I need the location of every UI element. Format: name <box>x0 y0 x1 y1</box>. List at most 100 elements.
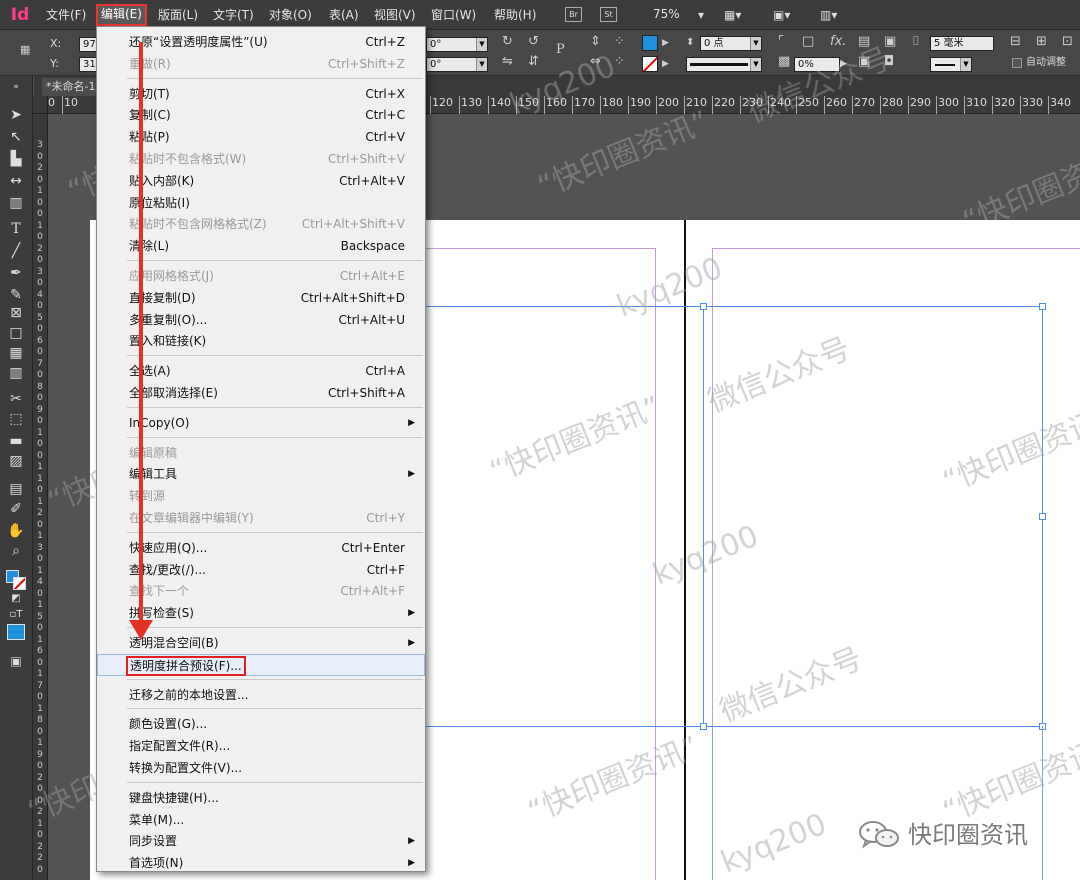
selection-tool-icon[interactable]: ➤ <box>6 106 26 124</box>
content-collector-icon[interactable]: ▥ <box>6 194 26 212</box>
shadow-frame-icon[interactable]: ◘ <box>884 54 894 70</box>
edit-menu-item[interactable]: 直接复制(D) Ctrl+Alt+Shift+D <box>97 287 425 309</box>
formatting-affects-icon[interactable]: ▫T <box>6 606 26 624</box>
edit-menu-item[interactable]: 查找/更改(/)... Ctrl+F <box>97 559 425 581</box>
chevron-down-icon[interactable]: ▼ <box>960 58 971 71</box>
corner-options-icon[interactable]: ⌜ <box>778 34 784 50</box>
frame-handle-top-right[interactable] <box>1039 303 1046 310</box>
vertical-ruler[interactable]: 3020100102030405060708090100110120130140… <box>33 114 48 880</box>
stroke-weight-stepper-icon[interactable]: ⬍ <box>686 35 694 51</box>
select-content-icon[interactable]: ⇔ <box>590 54 601 70</box>
edit-menu-item[interactable]: 原位粘贴(I) <box>97 192 425 214</box>
screen-mode-icon[interactable]: ▣ <box>6 652 26 670</box>
menu-item-transparency-flattener-presets[interactable]: 透明度拼合预设(F)... <box>97 653 425 676</box>
zoom-dropdown-icon[interactable]: ▾ <box>698 8 704 22</box>
select-prev-icon[interactable]: ⁘ <box>614 34 625 50</box>
frame-handle-top-mid[interactable] <box>700 303 707 310</box>
chevron-down-icon[interactable]: ▼ <box>476 38 487 51</box>
hand-tool-icon[interactable]: ✋ <box>6 522 26 540</box>
screen-mode-icon[interactable]: ▣▾ <box>773 8 790 22</box>
edit-menu-item[interactable]: InCopy(O) ▶ <box>97 412 425 434</box>
edit-menu-item[interactable]: 清除(L) Backspace <box>97 235 425 257</box>
menu-file[interactable]: 文件(F) <box>46 5 86 25</box>
edit-menu-item[interactable]: 全部取消选择(E) Ctrl+Shift+A <box>97 382 425 404</box>
edit-menu-item[interactable]: 转换为配置文件(V)... <box>97 757 425 779</box>
chevron-down-icon[interactable]: ▼ <box>750 58 761 71</box>
select-container-icon[interactable]: ⇕ <box>590 34 601 50</box>
apply-color-button[interactable] <box>7 624 25 640</box>
rotate-cw-icon[interactable]: ↺ <box>528 34 539 50</box>
vertical-grid-tool-icon[interactable]: ▥ <box>6 364 26 382</box>
gap-icon[interactable]: ⌷ <box>912 34 920 50</box>
edit-menu-item[interactable]: 首选项(N) ▶ <box>97 852 425 874</box>
flip-horizontal-icon[interactable]: ⇋ <box>502 54 513 70</box>
edit-menu-item[interactable]: 编辑工具 ▶ <box>97 463 425 485</box>
edit-menu-item[interactable]: 指定配置文件(R)... <box>97 735 425 757</box>
chevron-down-icon[interactable]: ▼ <box>750 37 761 50</box>
bridge-button[interactable]: Br <box>565 7 582 22</box>
chevron-down-icon[interactable]: ▼ <box>476 58 487 71</box>
y-field[interactable]: 31 <box>79 57 97 72</box>
wrap-icon[interactable]: ▣ <box>884 34 896 50</box>
view-options-icon[interactable]: ▦▾ <box>724 8 741 22</box>
drop-shadow-icon[interactable]: ▤ <box>858 34 870 50</box>
fill-stroke-swatch[interactable] <box>6 570 26 590</box>
edit-menu-item[interactable]: 粘贴(P) Ctrl+V <box>97 126 425 148</box>
pen-tool-icon[interactable]: ✒ <box>6 264 26 282</box>
opacity-icon[interactable]: ▩ <box>778 54 790 70</box>
gradient-feather-tool-icon[interactable]: ▨ <box>6 452 26 470</box>
x-field[interactable]: 97 <box>79 37 97 52</box>
edit-menu-item[interactable]: 同步设置 ▶ <box>97 830 425 852</box>
edit-menu-item[interactable]: 多重复制(O)... Ctrl+Alt+U <box>97 309 425 331</box>
autofit-checkbox[interactable] <box>1012 58 1022 68</box>
menu-help[interactable]: 帮助(H) <box>494 5 536 25</box>
edit-menu-item[interactable]: 复制(C) Ctrl+C <box>97 104 425 126</box>
edit-menu-item[interactable]: 全选(A) Ctrl+A <box>97 360 425 382</box>
fill-menu-icon[interactable]: ▶ <box>662 35 669 51</box>
edit-menu-item[interactable]: 菜单(M)... <box>97 809 425 831</box>
menu-type[interactable]: 文字(T) <box>213 5 254 25</box>
opacity-menu-icon[interactable]: ▶ <box>840 56 847 72</box>
stroke-type-field[interactable]: ▼ <box>686 57 762 72</box>
stock-button[interactable]: St <box>600 7 617 22</box>
stroke-swatch[interactable] <box>642 56 658 72</box>
edit-menu-item[interactable]: 贴入内部(K) Ctrl+Alt+V <box>97 170 425 192</box>
flip-vertical-icon[interactable]: ⇵ <box>528 54 539 70</box>
edit-menu-item[interactable]: 还原“设置透明度属性”(U) Ctrl+Z <box>97 31 425 53</box>
menu-view[interactable]: 视图(V) <box>374 5 416 25</box>
edit-menu-item[interactable]: 置入和链接(K) <box>97 330 425 352</box>
fill-swatch[interactable] <box>642 35 658 51</box>
rectangle-tool-icon[interactable]: □ <box>6 324 26 342</box>
frame-square-icon[interactable]: □ <box>802 34 814 50</box>
edit-menu-item[interactable]: 剪切(T) Ctrl+X <box>97 83 425 105</box>
edit-menu-item[interactable]: 键盘快捷键(H)... <box>97 787 425 809</box>
frame-handle-right-mid[interactable] <box>1039 513 1046 520</box>
stroke-menu-icon[interactable]: ▶ <box>662 56 669 72</box>
rotation-field[interactable]: 0° ▼ <box>426 37 488 52</box>
zoom-tool-icon[interactable]: ⌕ <box>6 542 26 560</box>
page-tool-icon[interactable]: ▙ <box>6 150 26 168</box>
document-tab[interactable]: *未命名-1 <box>42 78 98 96</box>
page-right[interactable] <box>686 220 1080 880</box>
pencil-tool-icon[interactable]: ✎ <box>6 286 26 304</box>
rectangle-frame-tool-icon[interactable]: ⊠ <box>6 304 26 322</box>
gap-tool-icon[interactable]: ↔ <box>6 172 26 190</box>
arrange-documents-icon[interactable]: ▥▾ <box>820 8 837 22</box>
stroke-frame-icon[interactable]: ▣ <box>858 54 870 70</box>
edit-menu-item[interactable]: 颜色设置(G)... <box>97 713 425 735</box>
type-tool-icon[interactable]: T <box>6 220 26 238</box>
eyedropper-tool-icon[interactable]: ✐ <box>6 500 26 518</box>
gradient-swatch-tool-icon[interactable]: ▬ <box>6 432 26 450</box>
menu-layout[interactable]: 版面(L) <box>158 5 198 25</box>
reference-p-icon[interactable]: P <box>556 42 565 58</box>
note-tool-icon[interactable]: ▤ <box>6 480 26 498</box>
gap-field[interactable]: 5 毫米 <box>930 36 994 51</box>
reference-point-icon[interactable]: ▦ <box>20 42 30 58</box>
select-next-icon[interactable]: ⁘ <box>614 54 625 70</box>
menu-table[interactable]: 表(A) <box>329 5 359 25</box>
zoom-level[interactable]: 75% <box>653 7 680 21</box>
line-tool-icon[interactable]: ╱ <box>6 242 26 260</box>
direct-selection-tool-icon[interactable]: ↖ <box>6 128 26 146</box>
toolbox-grip-icon[interactable]: » <box>6 78 26 96</box>
free-transform-tool-icon[interactable]: ⬚ <box>6 410 26 428</box>
